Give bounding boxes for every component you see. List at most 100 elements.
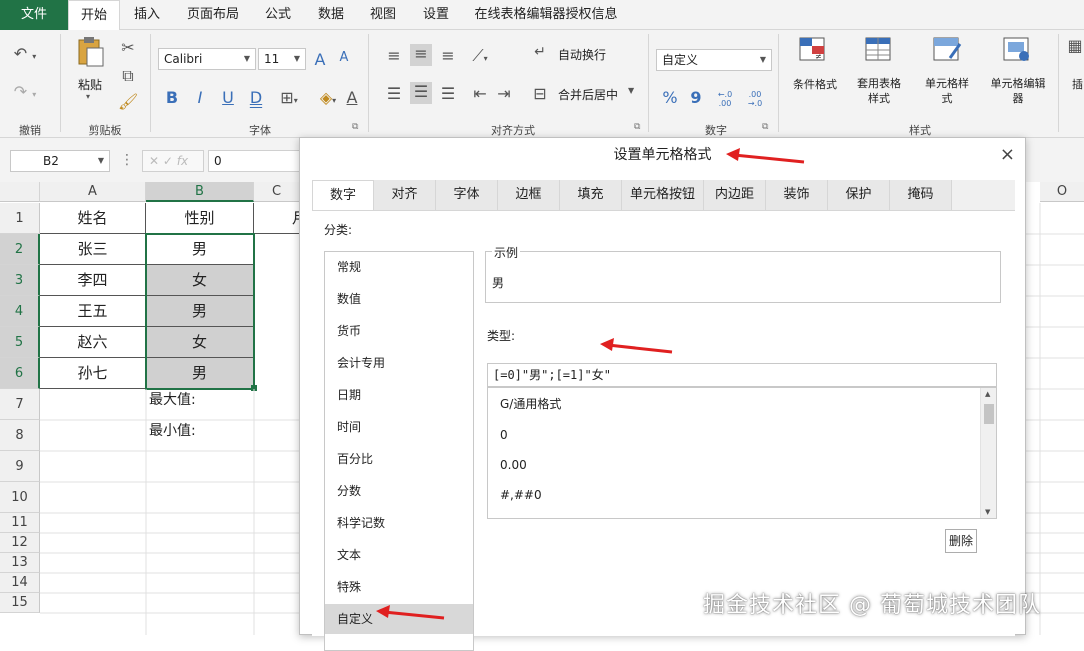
tab-data[interactable]: 数据: [306, 0, 356, 30]
insert-cells-button[interactable]: 插: [1072, 76, 1083, 92]
column-header-a[interactable]: A: [40, 182, 146, 202]
underline-button[interactable]: U: [218, 88, 238, 107]
wrap-text-button[interactable]: 自动换行: [558, 46, 606, 63]
list-item[interactable]: 时间: [325, 412, 473, 442]
function-buttons[interactable]: ✕ ✓ fx: [142, 150, 204, 172]
decrease-indent-icon[interactable]: ⇤: [470, 84, 490, 103]
cell-editor-button[interactable]: 单元格编辑器: [990, 76, 1046, 106]
copy-icon[interactable]: ⧉: [118, 66, 138, 86]
merge-center-icon[interactable]: ⊟: [530, 84, 550, 103]
cell-a3[interactable]: 李四: [40, 265, 146, 296]
tab-decoration[interactable]: 装饰: [766, 180, 828, 210]
row-header[interactable]: 6: [0, 358, 40, 389]
italic-button[interactable]: I: [190, 88, 210, 107]
row-header[interactable]: 15: [0, 593, 40, 613]
list-item[interactable]: 特殊: [325, 572, 473, 602]
insert-cells-icon[interactable]: ▦: [1066, 36, 1084, 55]
cut-icon[interactable]: ✂: [118, 38, 138, 57]
list-item[interactable]: #,##0: [500, 480, 542, 510]
row-header[interactable]: 1: [0, 203, 40, 234]
category-list[interactable]: 常规 数值 货币 会计专用 日期 时间 百分比 分数 科学记数 文本 特殊 自定…: [324, 251, 474, 651]
row-header[interactable]: 14: [0, 573, 40, 593]
row-header[interactable]: 9: [0, 451, 40, 482]
undo-icon[interactable]: ↶ ▾: [10, 44, 40, 63]
row-header[interactable]: 13: [0, 553, 40, 573]
column-header-b[interactable]: B: [146, 182, 254, 202]
align-left-icon[interactable]: ☰: [384, 84, 404, 103]
tab-padding[interactable]: 内边距: [704, 180, 766, 210]
cell-b3[interactable]: 女: [146, 265, 254, 296]
tab-cell-button[interactable]: 单元格按钮: [622, 180, 704, 210]
tab-home[interactable]: 开始: [68, 0, 120, 31]
row-header[interactable]: 12: [0, 533, 40, 553]
row-header[interactable]: 7: [0, 389, 40, 420]
list-item[interactable]: 科学记数: [325, 508, 473, 538]
formula-input[interactable]: 0: [208, 150, 308, 172]
cell-a1[interactable]: 姓名: [40, 203, 146, 234]
list-item[interactable]: 百分比: [325, 444, 473, 474]
tab-font[interactable]: 字体: [436, 180, 498, 210]
scroll-thumb[interactable]: [984, 404, 994, 424]
row-header[interactable]: 4: [0, 296, 40, 327]
cell-b4[interactable]: 男: [146, 296, 254, 327]
shrink-font-icon[interactable]: A: [334, 50, 354, 65]
column-header-o[interactable]: O: [1040, 182, 1084, 202]
type-input[interactable]: [=0]"男";[=1]"女": [487, 363, 997, 387]
tab-alignment[interactable]: 对齐: [374, 180, 436, 210]
merge-center-button[interactable]: 合并后居中: [558, 86, 618, 103]
conditional-format-icon[interactable]: ≠: [796, 36, 830, 68]
column-header-c[interactable]: C: [254, 182, 300, 202]
row-header[interactable]: 10: [0, 482, 40, 513]
cell-b2[interactable]: 男: [146, 234, 254, 265]
alignment-dialog-launcher-icon[interactable]: ⧉: [634, 122, 640, 132]
table-style-button[interactable]: 套用表格样式: [852, 76, 906, 106]
tab-mask[interactable]: 掩码: [890, 180, 952, 210]
scrollbar[interactable]: ▲ ▼: [980, 388, 996, 518]
tab-page-layout[interactable]: 页面布局: [176, 0, 250, 30]
list-item[interactable]: 货币: [325, 316, 473, 346]
format-list[interactable]: G/通用格式 0 0.00 #,##0 ▲ ▼: [487, 387, 997, 519]
font-size-select[interactable]: 11 ▼: [258, 48, 306, 70]
list-item[interactable]: 0: [500, 420, 508, 450]
format-painter-icon[interactable]: 🖌: [118, 92, 138, 111]
list-item[interactable]: 常规: [325, 252, 473, 282]
delete-button[interactable]: 删除: [945, 529, 977, 553]
more-options-icon[interactable]: ⋮: [120, 152, 134, 168]
wrap-text-icon[interactable]: ↵: [530, 44, 550, 60]
name-box[interactable]: B2 ▼: [10, 150, 110, 172]
cell-b1[interactable]: 性别: [146, 203, 254, 234]
cell-b5[interactable]: 女: [146, 327, 254, 358]
cell-a4[interactable]: 王五: [40, 296, 146, 327]
select-all-corner[interactable]: [0, 182, 40, 202]
font-dialog-launcher-icon[interactable]: ⧉: [352, 122, 358, 132]
grow-font-icon[interactable]: A: [310, 50, 330, 69]
close-icon[interactable]: ×: [1000, 144, 1015, 165]
paste-icon[interactable]: [74, 36, 106, 68]
tab-license-info[interactable]: 在线表格编辑器授权信息: [468, 0, 624, 30]
list-item[interactable]: 数值: [325, 284, 473, 314]
align-bottom-icon[interactable]: ≡: [438, 46, 458, 65]
percent-button[interactable]: %: [660, 88, 680, 107]
cell-a6[interactable]: 孙七: [40, 358, 146, 389]
list-item[interactable]: 会计专用: [325, 348, 473, 378]
align-top-icon[interactable]: ≡: [384, 46, 404, 65]
number-format-select[interactable]: 自定义 ▼: [656, 49, 772, 71]
list-item[interactable]: 日期: [325, 380, 473, 410]
double-underline-button[interactable]: D: [246, 88, 266, 107]
cell-style-icon[interactable]: [930, 36, 964, 68]
redo-icon[interactable]: ↷ ▾: [10, 82, 40, 101]
list-item[interactable]: 0.00: [500, 450, 527, 480]
tab-number[interactable]: 数字: [312, 180, 374, 211]
tab-settings[interactable]: 设置: [412, 0, 460, 30]
border-icon[interactable]: ⊞▾: [274, 88, 304, 107]
bold-button[interactable]: B: [162, 88, 182, 107]
tab-protection[interactable]: 保护: [828, 180, 890, 210]
list-item[interactable]: 文本: [325, 540, 473, 570]
cell-b6[interactable]: 男: [146, 358, 254, 389]
cell-a5[interactable]: 赵六: [40, 327, 146, 358]
increase-decimal-button[interactable]: ←.0 .00: [712, 90, 738, 108]
scroll-up-icon[interactable]: ▲: [985, 390, 990, 398]
conditional-format-button[interactable]: 条件格式: [790, 76, 840, 92]
number-dialog-launcher-icon[interactable]: ⧉: [762, 122, 768, 132]
tab-border[interactable]: 边框: [498, 180, 560, 210]
